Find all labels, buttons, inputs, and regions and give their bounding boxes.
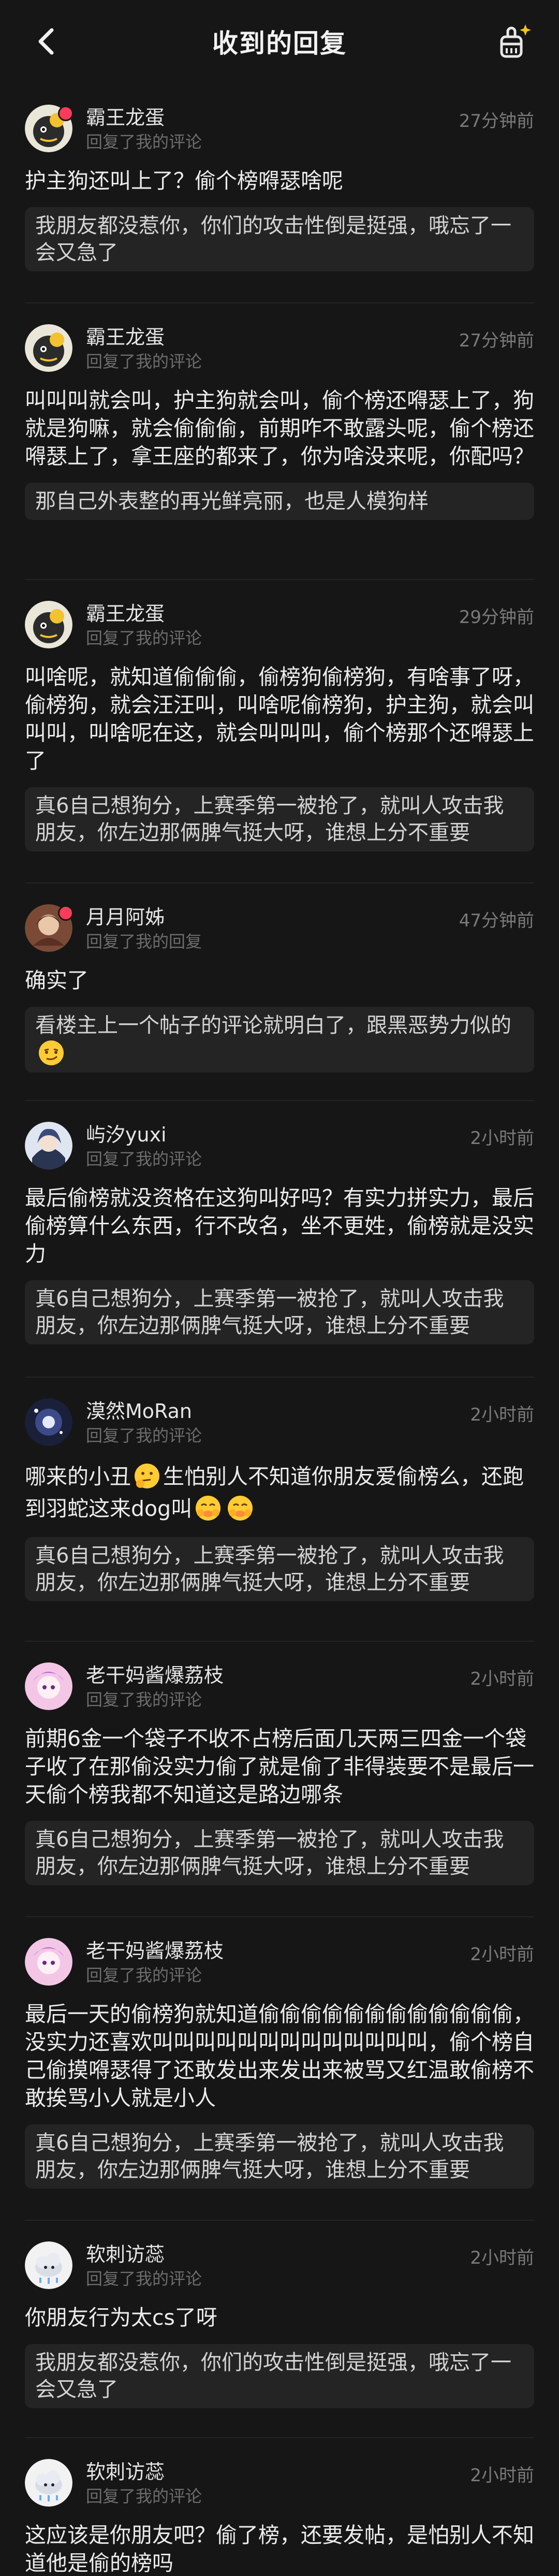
reply-item[interactable]: 霸王龙蛋 回复了我的评论 27分钟前 护主狗还叫上了？偷个榜嘚瑟啥呢 我朋友都没…	[25, 83, 534, 303]
top-bar: 收到的回复	[0, 0, 559, 83]
reply-header: 漠然MoRan 回复了我的评论 2小时前	[25, 1398, 534, 1447]
timestamp: 2小时前	[470, 1128, 534, 1149]
timestamp: 2小时前	[470, 1669, 534, 1689]
avatar[interactable]	[25, 2459, 72, 2507]
dark-avatar-icon	[25, 1398, 72, 1446]
reply-type: 回复了我的评论	[86, 1965, 202, 1985]
reply-type: 回复了我的评论	[86, 1426, 202, 1445]
quoted-comment[interactable]: 真6自己想狗分，上赛季第一被抢了，就叫人攻击我朋友，你左边那俩脾气挺大呀，谁想上…	[25, 1537, 534, 1601]
reply-type: 回复了我的评论	[86, 352, 202, 371]
quoted-comment[interactable]: 真6自己想狗分，上赛季第一被抢了，就叫人攻击我朋友，你左边那俩脾气挺大呀，谁想上…	[25, 1821, 534, 1885]
timestamp: 29分钟前	[459, 607, 534, 628]
reply-type: 回复了我的回复	[86, 932, 202, 951]
quoted-comment[interactable]: 真6自己想狗分，上赛季第一被抢了，就叫人攻击我朋友，你左边那俩脾气挺大呀，谁想上…	[25, 787, 534, 851]
reply-type: 回复了我的评论	[86, 2269, 202, 2289]
pink-avatar-icon	[25, 1938, 72, 1986]
reply-text: 叫啥呢，就知道偷偷偷，偷榜狗偷榜狗，有啥事了呀，偷榜狗，就会汪汪叫，叫啥呢偷榜狗…	[25, 664, 534, 773]
reply-text: 这应该是你朋友吧？偷了榜，还要发帖，是怕别人不知道他是偷的榜吗	[25, 2523, 534, 2573]
reply-text-part: 哪来的小丑	[25, 1464, 131, 1489]
username[interactable]: 漠然MoRan	[86, 1399, 534, 1423]
reply-header: 霸王龙蛋 回复了我的评论 29分钟前	[25, 601, 534, 649]
clean-button[interactable]	[490, 19, 536, 65]
back-button[interactable]	[26, 21, 67, 62]
quoted-comment[interactable]: 我朋友都没惹你，你们的攻击性倒是挺强，哦忘了一会又急了	[25, 207, 534, 271]
reply-header: 月月阿姊 回复了我的回复 47分钟前	[25, 904, 534, 953]
thinking-emoji-icon	[135, 1464, 159, 1488]
reply-item[interactable]: 月月阿姊 回复了我的回复 47分钟前 确实了 看楼主上一个帖子的评论就明白了，跟…	[25, 884, 534, 1101]
avatar[interactable]	[25, 1398, 72, 1446]
reply-text: 确实了	[25, 968, 89, 993]
reply-header: 霸王龙蛋 回复了我的评论 27分钟前	[25, 324, 534, 373]
unread-dot	[58, 905, 73, 921]
reply-item[interactable]: 软刺访蕊 回复了我的评论 2小时前 这应该是你朋友吧？偷了榜，还要发帖，是怕别人…	[25, 2438, 534, 2573]
timestamp: 2小时前	[470, 2465, 534, 2486]
reply-header: 屿汐yuxi 回复了我的评论 2小时前	[25, 1122, 534, 1170]
timestamp: 2小时前	[470, 1405, 534, 1425]
dino-avatar-icon	[25, 324, 72, 372]
reply-text: 你朋友行为太cs了呀	[25, 2305, 217, 2330]
avatar[interactable]	[25, 904, 73, 952]
quoted-comment[interactable]: 那自己外表整的再光鲜亮丽，也是人模狗样	[25, 483, 534, 520]
smirk-emoji-icon	[39, 1040, 64, 1065]
anime-avatar-icon	[25, 1122, 72, 1169]
reply-text: 护主狗还叫上了？偷个榜嘚瑟啥呢	[25, 168, 343, 193]
username[interactable]: 软刺访蕊	[86, 2242, 534, 2266]
page-title: 收到的回复	[212, 28, 347, 59]
quoted-text: 看楼主上一个帖子的评论就明白了，跟黑恶势力似的	[35, 1014, 511, 1037]
avatar[interactable]	[25, 1122, 72, 1169]
avatar[interactable]	[25, 1938, 72, 1986]
reply-item[interactable]: 老干妈酱爆荔枝 回复了我的评论 2小时前 前期6金一个袋子不收不占榜后面几天两三…	[25, 1642, 534, 1917]
avatar[interactable]	[25, 2241, 72, 2289]
username[interactable]: 软刺访蕊	[86, 2460, 534, 2484]
reply-item[interactable]: 软刺访蕊 回复了我的评论 2小时前 你朋友行为太cs了呀 我朋友都没惹你，你们的…	[25, 2221, 534, 2438]
reply-header: 软刺访蕊 回复了我的评论 2小时前	[25, 2241, 534, 2290]
reply-item[interactable]: 屿汐yuxi 回复了我的评论 2小时前 最后偷榜就没资格在这狗叫好吗？有实力拼实…	[25, 1101, 534, 1378]
quoted-comment[interactable]: 看楼主上一个帖子的评论就明白了，跟黑恶势力似的	[25, 1007, 534, 1073]
reply-header: 老干妈酱爆荔枝 回复了我的评论 2小时前	[25, 1938, 534, 1987]
reply-item[interactable]: 漠然MoRan 回复了我的评论 2小时前 哪来的小丑 生怕别人不知道你朋友爱偷榜么…	[25, 1378, 534, 1642]
username[interactable]: 屿汐yuxi	[86, 1123, 534, 1147]
reply-type: 回复了我的评论	[86, 1149, 202, 1169]
timestamp: 27分钟前	[459, 330, 534, 351]
reply-header: 老干妈酱爆荔枝 回复了我的评论 2小时前	[25, 1662, 534, 1711]
timestamp: 2小时前	[470, 2248, 534, 2268]
timestamp: 27分钟前	[459, 111, 534, 132]
unread-dot	[58, 106, 73, 121]
reply-item[interactable]: 霸王龙蛋 回复了我的评论 29分钟前 叫啥呢，就知道偷偷偷，偷榜狗偷榜狗，有啥事…	[25, 580, 534, 884]
giggle-emoji-icon	[228, 1496, 253, 1521]
reply-text: 哪来的小丑 生怕别人不知道你朋友爱偷榜么，还跑到羽蛇这来dog叫	[25, 1460, 534, 1525]
chevron-left-icon	[38, 28, 54, 55]
dino-avatar-icon	[25, 601, 72, 648]
avatar[interactable]	[25, 601, 72, 648]
quoted-comment[interactable]: 我朋友都没惹你，你们的攻击性倒是挺强，哦忘了一会又急了	[25, 2344, 534, 2408]
giggle-emoji-icon	[196, 1496, 221, 1521]
quoted-comment[interactable]: 真6自己想狗分，上赛季第一被抢了，就叫人攻击我朋友，你左边那俩脾气挺大呀，谁想上…	[25, 2124, 534, 2189]
avatar[interactable]	[25, 105, 73, 152]
cloud-avatar-icon	[25, 2459, 72, 2507]
reply-type: 回复了我的评论	[86, 2486, 202, 2506]
reply-header: 霸王龙蛋 回复了我的评论 27分钟前	[25, 105, 534, 153]
reply-text: 最后一天的偷榜狗就知道偷偷偷偷偷偷偷偷偷偷偷偷，没实力还喜欢叫叫叫叫叫叫叫叫叫叫…	[25, 2002, 534, 2110]
username[interactable]: 老干妈酱爆荔枝	[86, 1663, 534, 1687]
broom-sparkle-icon	[500, 24, 531, 58]
reply-text: 最后偷榜就没资格在这狗叫好吗？有实力拼实力，最后偷榜算什么东西，行不改名，坐不更…	[25, 1185, 534, 1266]
avatar[interactable]	[25, 324, 72, 372]
timestamp: 47分钟前	[459, 910, 534, 931]
reply-text: 前期6金一个袋子不收不占榜后面几天两三四金一个袋子收了在那偷没实力偷了就是偷了非…	[25, 1726, 534, 1807]
reply-header: 软刺访蕊 回复了我的评论 2小时前	[25, 2459, 534, 2508]
reply-text: 叫叫叫就会叫，护主狗就会叫，偷个榜还嘚瑟上了，狗就是狗嘛，就会偷偷偷，前期咋不敢…	[25, 388, 534, 469]
pink-avatar-icon	[25, 1662, 72, 1710]
reply-item[interactable]: 霸王龙蛋 回复了我的评论 27分钟前 叫叫叫就会叫，护主狗就会叫，偷个榜还嘚瑟上…	[25, 303, 534, 580]
reply-type: 回复了我的评论	[86, 1690, 202, 1710]
cloud-avatar-icon	[25, 2241, 72, 2289]
reply-list: 霸王龙蛋 回复了我的评论 27分钟前 护主狗还叫上了？偷个榜嘚瑟啥呢 我朋友都没…	[0, 83, 559, 2573]
reply-type: 回复了我的评论	[86, 628, 202, 648]
username[interactable]: 老干妈酱爆荔枝	[86, 1939, 534, 1963]
avatar[interactable]	[25, 1662, 72, 1710]
timestamp: 2小时前	[470, 1944, 534, 1965]
reply-item[interactable]: 老干妈酱爆荔枝 回复了我的评论 2小时前 最后一天的偷榜狗就知道偷偷偷偷偷偷偷偷…	[25, 1917, 534, 2221]
reply-type: 回复了我的评论	[86, 132, 202, 152]
quoted-comment[interactable]: 真6自己想狗分，上赛季第一被抢了，就叫人攻击我朋友，你左边那俩脾气挺大呀，谁想上…	[25, 1280, 534, 1344]
